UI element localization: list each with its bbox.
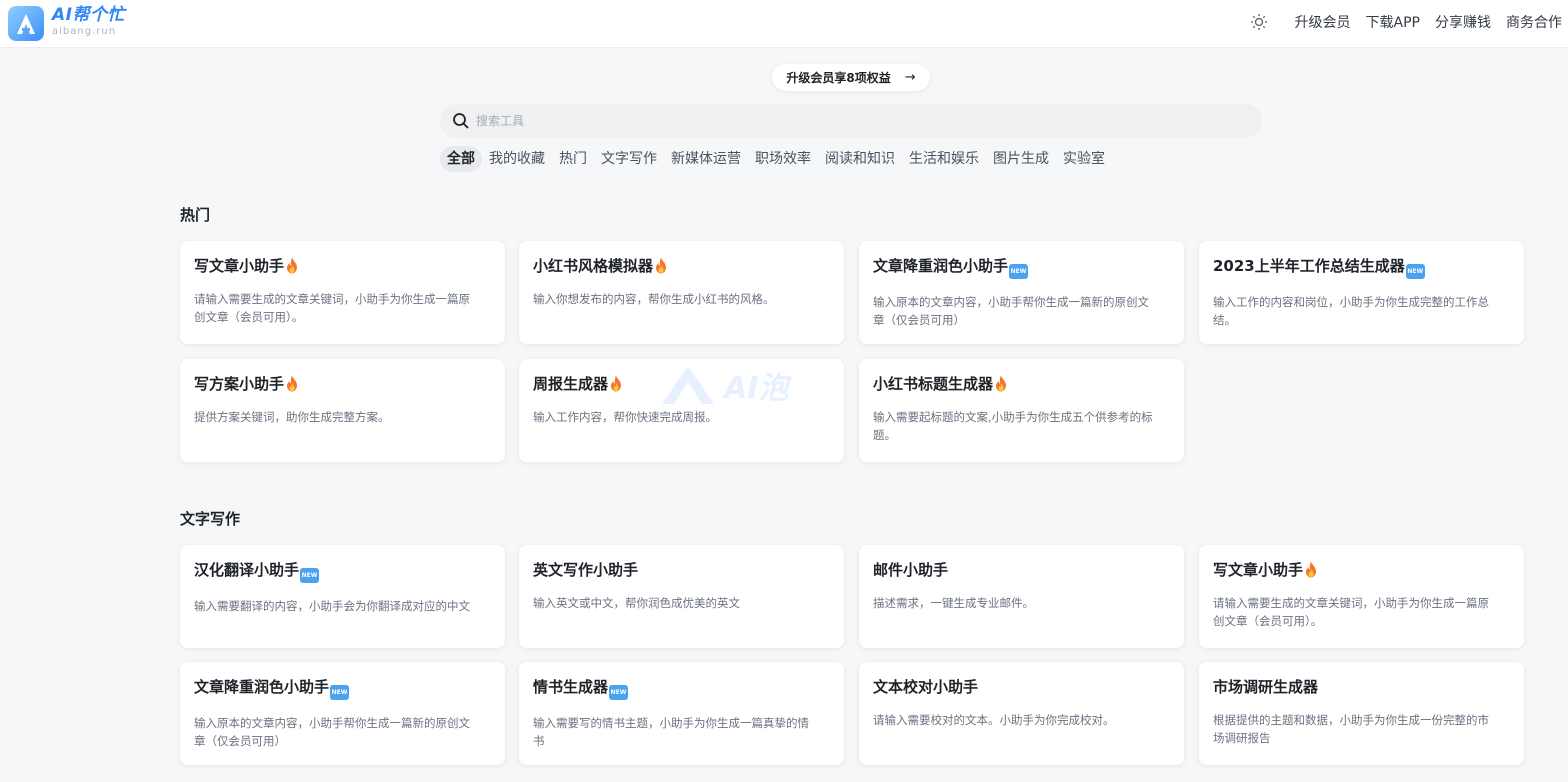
new-emoji-icon: NEW [609,685,629,700]
tool-card[interactable]: 文章降重润色小助手 NEW 输入原本的文章内容，小助手帮你生成一篇新的原创文章（仅… [180,662,505,765]
tool-card-desc: 输入工作的内容和岗位，小助手为你生成完整的工作总结。 [1213,295,1489,327]
tool-card-desc: 提供方案关键词，助你生成完整方案。 [194,410,390,424]
tool-card-desc: 输入你想发布的内容，帮你生成小红书的风格。 [533,292,775,306]
tool-card[interactable]: 写文章小助手 请输入需要生成的文章关键词，小助手为你生成一篇原创文章（会员可用）… [1199,545,1524,648]
tool-card[interactable]: 情书生成器 NEW 输入需要写的情书主题，小助手为你生成一篇真挚的情书 [519,662,844,765]
tab-new-media[interactable]: 新媒体运营 [664,146,748,172]
tool-card-desc: 描述需求，一键生成专业邮件。 [873,596,1034,610]
nav-download-app[interactable]: 下载APP [1366,12,1420,32]
tool-card-title: 写文章小助手 [1213,560,1510,580]
new-emoji-icon: NEW [1009,264,1029,279]
tool-card-title: 文章降重润色小助手 NEW [194,677,491,700]
tool-card-title: 小红书风格模拟器 [533,256,830,276]
fire-emoji-icon [1304,561,1318,578]
tool-card-title: 2023上半年工作总结生成器 NEW [1213,256,1510,279]
top-nav: 升级会员 下载APP 分享赚钱 商务合作 [1250,12,1562,32]
top-bar: AI帮个忙 aibang.run 升级会员 下载APP 分享赚钱 商务合作 [0,0,1568,48]
tool-card[interactable]: 英文写作小助手 输入英文或中文，帮你润色成优美的英文 [519,545,844,648]
tool-card-title: 情书生成器 NEW [533,677,830,700]
tool-card-desc: 输入原本的文章内容，小助手帮你生成一篇新的原创文章（仅会员可用） [873,295,1149,327]
nav-upgrade-member[interactable]: 升级会员 [1295,12,1351,32]
new-emoji-icon: NEW [300,568,320,583]
search-bar [440,104,1262,138]
tool-card-desc: 请输入需要校对的文本。小助手为你完成校对。 [873,713,1115,727]
tool-card[interactable]: 小红书标题生成器 输入需要起标题的文案,小助手为你生成五个供参考的标题。 [859,359,1184,462]
tab-writing[interactable]: 文字写作 [594,146,664,172]
tool-card-title: 汉化翻译小助手 NEW [194,560,491,583]
tool-card-desc: 输入工作内容，帮你快速完成周报。 [533,410,717,424]
tool-card[interactable]: 周报生成器 输入工作内容，帮你快速完成周报。 [519,359,844,462]
new-emoji-icon: NEW [330,685,350,700]
tool-card-desc: 输入原本的文章内容，小助手帮你生成一篇新的原创文章（仅会员可用） [194,716,470,748]
fire-emoji-icon [285,375,299,392]
tool-card[interactable]: 邮件小助手 描述需求，一键生成专业邮件。 [859,545,1184,648]
tool-card-desc: 输入需要翻译的内容，小助手会为你翻译成对应的中文 [194,599,470,613]
upgrade-benefits-label: 升级会员享8项权益 [786,71,891,85]
tool-card-title: 邮件小助手 [873,561,949,579]
nav-share-earn[interactable]: 分享赚钱 [1435,12,1491,32]
section-title-hot: 热门 [180,206,211,224]
fire-emoji-icon [994,375,1008,392]
new-emoji-icon: NEW [1405,264,1425,279]
section-title-writing: 文字写作 [180,510,241,528]
search-icon [452,112,470,130]
logo-icon [8,6,44,41]
logo[interactable]: AI帮个忙 aibang.run [8,6,125,41]
tab-image[interactable]: 图片生成 [986,146,1056,172]
tool-card-desc: 输入需要起标题的文案,小助手为你生成五个供参考的标题。 [873,410,1153,442]
tool-card[interactable]: 汉化翻译小助手 NEW 输入需要翻译的内容，小助手会为你翻译成对应的中文 [180,545,505,648]
tool-card-title: 周报生成器 [533,374,830,394]
tool-card-desc: 请输入需要生成的文章关键词，小助手为你生成一篇原创文章（会员可用）。 [194,292,470,324]
tool-card[interactable]: 小红书风格模拟器 输入你想发布的内容，帮你生成小红书的风格。 [519,241,844,344]
fire-emoji-icon [609,375,623,392]
tool-card[interactable]: 市场调研生成器 根据提供的主题和数据，小助手为你生成一份完整的市场调研报告 [1199,662,1524,765]
tab-reading[interactable]: 阅读和知识 [818,146,902,172]
tool-card-title: 写方案小助手 [194,374,491,394]
tab-life[interactable]: 生活和娱乐 [902,146,986,172]
tool-card-title: 写文章小助手 [194,256,491,276]
tool-card-desc: 请输入需要生成的文章关键词，小助手为你生成一篇原创文章（会员可用）。 [1213,596,1489,628]
tool-card[interactable]: 写文章小助手 请输入需要生成的文章关键词，小助手为你生成一篇原创文章（会员可用）… [180,241,505,344]
search-input[interactable] [476,114,1236,128]
category-tabs: 全部 我的收藏 热门 文字写作 新媒体运营 职场效率 阅读和知识 生活和娱乐 图… [440,146,1112,172]
nav-business[interactable]: 商务合作 [1506,12,1562,32]
tool-card-title: 小红书标题生成器 [873,374,1170,394]
tool-card-desc: 输入需要写的情书主题，小助手为你生成一篇真挚的情书 [533,716,809,748]
logo-title: AI帮个忙 [52,5,125,25]
tool-card-title: 英文写作小助手 [533,561,639,579]
tab-workplace[interactable]: 职场效率 [748,146,818,172]
sun-icon[interactable] [1250,13,1268,31]
tool-card[interactable]: 2023上半年工作总结生成器 NEW 输入工作的内容和岗位，小助手为你生成完整的工… [1199,241,1524,344]
tool-card[interactable]: 文章降重润色小助手 NEW 输入原本的文章内容，小助手帮你生成一篇新的原创文章（仅… [859,241,1184,344]
arrow-right-icon: → [904,70,916,85]
tool-card-title: 文本校对小助手 [873,678,979,696]
logo-subtitle: aibang.run [52,26,117,37]
tool-card-desc: 根据提供的主题和数据，小助手为你生成一份完整的市场调研报告 [1213,713,1489,745]
tab-all[interactable]: 全部 [440,146,482,172]
tab-hot[interactable]: 热门 [552,146,594,172]
tool-card-title: 文章降重润色小助手 NEW [873,256,1170,279]
tool-card[interactable]: 文本校对小助手 请输入需要校对的文本。小助手为你完成校对。 [859,662,1184,765]
tool-card-desc: 输入英文或中文，帮你润色成优美的英文 [533,596,740,610]
upgrade-benefits-button[interactable]: 升级会员享8项权益 → [772,64,930,91]
tab-lab[interactable]: 实验室 [1056,146,1112,172]
tool-card[interactable]: 写方案小助手 提供方案关键词，助你生成完整方案。 [180,359,505,462]
fire-emoji-icon [654,257,668,274]
tab-favorites[interactable]: 我的收藏 [482,146,552,172]
fire-emoji-icon [285,257,299,274]
tool-card-title: 市场调研生成器 [1213,678,1319,696]
